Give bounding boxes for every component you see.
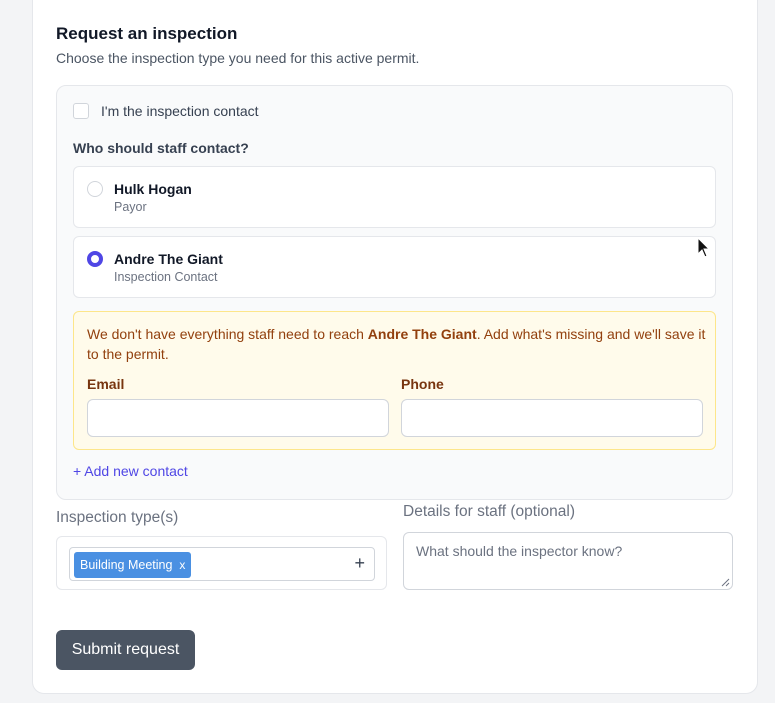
email-field[interactable] (87, 399, 389, 437)
inspection-types-box: Building Meeting x + (56, 536, 387, 590)
tag-label: Building Meeting (80, 558, 173, 572)
missing-info-warning: We don't have everything staff need to r… (73, 311, 716, 450)
add-type-plus-icon[interactable]: + (354, 553, 365, 574)
self-contact-row[interactable]: I'm the inspection contact (73, 103, 259, 119)
contact-radio[interactable] (87, 181, 103, 197)
page-subtitle: Choose the inspection type you need for … (56, 50, 420, 66)
self-contact-label: I'm the inspection contact (101, 103, 259, 119)
add-new-contact-link[interactable]: + Add new contact (73, 463, 188, 479)
contact-option-andre-the-giant[interactable]: Andre The Giant Inspection Contact (73, 236, 716, 298)
submit-request-button[interactable]: Submit request (56, 630, 195, 670)
contact-radio-selected[interactable] (87, 251, 103, 267)
self-contact-checkbox[interactable] (73, 103, 89, 119)
tag-remove-button[interactable]: x (179, 558, 185, 572)
email-label: Email (87, 376, 125, 392)
contact-name: Andre The Giant (114, 251, 223, 267)
contact-name: Hulk Hogan (114, 181, 192, 197)
contact-role: Inspection Contact (114, 270, 218, 284)
resize-grip-icon[interactable] (720, 577, 730, 587)
left-gutter (0, 0, 8, 703)
phone-label: Phone (401, 376, 444, 392)
phone-field[interactable] (401, 399, 703, 437)
contact-role: Payor (114, 200, 147, 214)
who-should-staff-contact-label: Who should staff contact? (73, 140, 249, 156)
warning-prefix: We don't have everything staff need to r… (87, 326, 368, 342)
inspection-types-select[interactable]: Building Meeting x + (69, 547, 375, 581)
page-title: Request an inspection (56, 24, 238, 43)
inspection-types-label: Inspection type(s) (56, 509, 179, 526)
contact-option-hulk-hogan[interactable]: Hulk Hogan Payor (73, 166, 716, 228)
inspection-type-tag: Building Meeting x (74, 552, 192, 578)
details-textarea[interactable] (403, 532, 733, 590)
warning-contact-name: Andre The Giant (367, 326, 477, 342)
warning-message: We don't have everything staff need to r… (87, 324, 707, 364)
mouse-cursor-icon (697, 237, 711, 258)
details-label: Details for staff (optional) (403, 503, 576, 520)
